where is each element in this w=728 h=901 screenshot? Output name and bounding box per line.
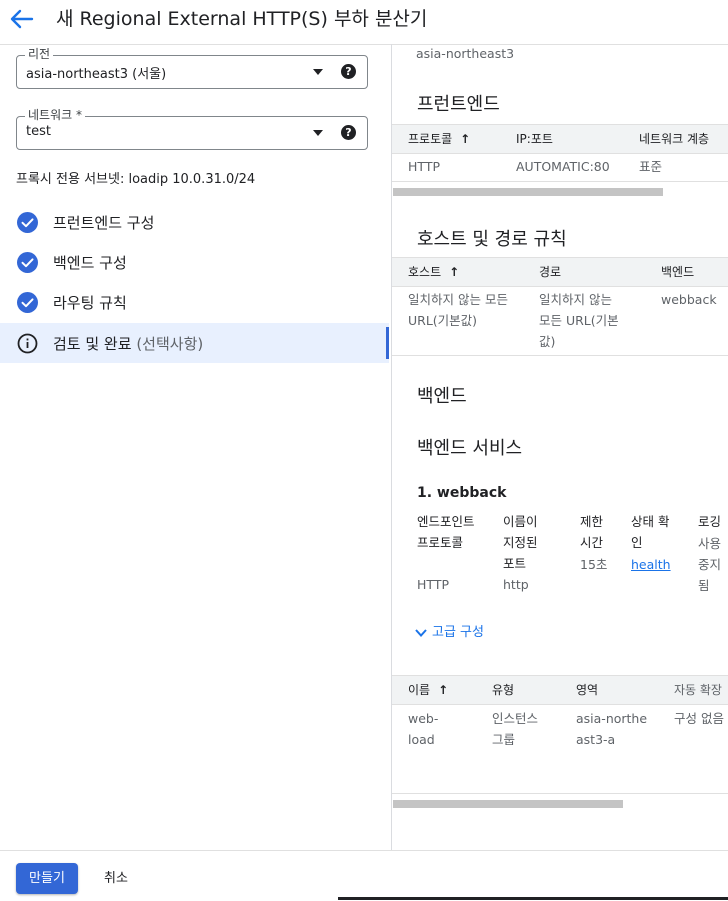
help-icon[interactable]: ? xyxy=(341,125,356,140)
step-review-label: 검토 및 완료 xyxy=(53,335,132,353)
info-icon xyxy=(17,333,38,354)
frontend-table-header: 프로토콜 ↑ IP:포트 네트워크 계층 xyxy=(392,124,728,154)
column-header: 유형 xyxy=(492,683,515,697)
table-cell: webback xyxy=(661,292,717,307)
service-field-label: 제한 시간 xyxy=(580,514,604,550)
service-field-value: 15초 xyxy=(580,557,608,572)
config-panel: 리전 asia-northeast3 (서울) ? 네트워크 * test ? xyxy=(0,44,391,850)
service-field-value: http xyxy=(503,577,529,592)
table-cell: 구성 없음 xyxy=(674,711,724,726)
service-field-value: HTTP xyxy=(417,577,449,592)
active-step-indicator xyxy=(386,327,389,359)
backend-services-title: 백엔드 서비스 xyxy=(417,438,523,459)
step-label: 백엔드 구성 xyxy=(53,254,127,272)
page-title: 새 Regional External HTTP(S) 부하 분산기 xyxy=(56,8,428,30)
create-button[interactable]: 만들기 xyxy=(16,863,78,894)
column-header[interactable]: 이름 ↑ xyxy=(408,681,448,698)
network-label: 네트워크 * xyxy=(25,108,85,122)
column-header-label: 프로토콜 xyxy=(408,132,453,146)
column-header-label: 이름 xyxy=(408,683,431,697)
advanced-config-label: 고급 구성 xyxy=(432,625,484,640)
horizontal-scrollbar[interactable] xyxy=(393,188,663,196)
help-icon[interactable]: ? xyxy=(341,64,356,79)
dropdown-arrow-icon xyxy=(313,130,323,136)
service-field-label: 상태 확인 xyxy=(631,514,670,550)
step-review[interactable]: 검토 및 완료 (선택사항) xyxy=(0,323,389,363)
table-cell: web-load xyxy=(408,711,439,747)
check-circle-icon xyxy=(17,212,38,233)
column-header: 백엔드 xyxy=(661,265,695,279)
table-cell: asia-northeast3-a xyxy=(576,711,648,747)
service-field-label: 엔드포인트 프로토콜 xyxy=(417,514,475,550)
region-select[interactable]: 리전 asia-northeast3 (서울) ? xyxy=(16,47,368,89)
advanced-config-toggle[interactable]: 고급 구성 xyxy=(414,621,484,640)
table-cell: 인스턴스 그룹 xyxy=(492,711,539,747)
region-label: 리전 xyxy=(25,47,54,61)
host-path-table-header: 호스트 ↑ 경로 백엔드 xyxy=(392,257,728,287)
column-header: IP:포트 xyxy=(516,132,553,146)
service-field-value: 사용 중지됨 xyxy=(698,536,722,593)
column-header: 네트워크 계층 xyxy=(639,132,710,146)
sort-up-icon: ↑ xyxy=(438,683,449,697)
step-optional-label: (선택사항) xyxy=(136,335,204,353)
check-circle-icon xyxy=(17,252,38,273)
step-backend[interactable]: 백엔드 구성 xyxy=(0,242,389,282)
network-value: test xyxy=(26,124,51,139)
row-divider xyxy=(392,181,728,182)
host-path-title: 호스트 및 경로 규칙 xyxy=(417,229,567,250)
row-divider xyxy=(392,355,728,356)
column-header: 경로 xyxy=(539,265,562,279)
review-panel: asia-northeast3 프런트엔드 프로토콜 ↑ IP:포트 네트워크 계… xyxy=(392,44,728,850)
region-summary: asia-northeast3 xyxy=(416,46,515,61)
service-field-label: 이름이 지정된 포트 xyxy=(503,514,538,571)
table-cell: 표준 xyxy=(639,159,663,174)
table-cell: 일치하지 않는 모든 URL(기본값) xyxy=(408,292,508,328)
backend-service-name: 1. webback xyxy=(417,485,507,501)
service-field-label: 로깅 xyxy=(698,514,722,529)
instance-group-table-header: 이름 ↑ 유형 영역 자동 확장 xyxy=(392,675,728,705)
column-header[interactable]: 프로토콜 ↑ xyxy=(408,130,470,147)
column-header[interactable]: 호스트 ↑ xyxy=(408,263,459,280)
column-header: 영역 xyxy=(576,683,599,697)
back-arrow-icon[interactable] xyxy=(8,8,34,30)
sort-up-icon: ↑ xyxy=(460,132,471,146)
backend-title: 백엔드 xyxy=(417,386,467,407)
proxy-subnet-text: 프록시 전용 서브넷: loadip 10.0.31.0/24 xyxy=(16,172,256,187)
step-frontend[interactable]: 프런트엔드 구성 xyxy=(0,202,389,242)
chevron-down-icon xyxy=(415,628,427,637)
column-header-label: 호스트 xyxy=(408,265,442,279)
row-divider xyxy=(392,793,728,794)
region-value: asia-northeast3 (서울) xyxy=(26,67,167,82)
column-header: 자동 확장 xyxy=(674,683,722,697)
horizontal-scrollbar[interactable] xyxy=(393,800,623,808)
table-cell: HTTP xyxy=(408,159,440,174)
table-cell: 일치하지 않는 모든 URL(기본값) xyxy=(539,292,619,349)
dropdown-arrow-icon xyxy=(313,69,323,75)
step-label: 라우팅 규칙 xyxy=(53,294,127,312)
network-select[interactable]: 네트워크 * test ? xyxy=(16,108,368,150)
table-cell: AUTOMATIC:80 xyxy=(516,159,610,174)
health-check-link[interactable]: health xyxy=(631,554,671,575)
step-routing[interactable]: 라우팅 규칙 xyxy=(0,282,389,322)
step-label: 프런트엔드 구성 xyxy=(53,214,155,232)
step-label: 검토 및 완료 (선택사항) xyxy=(53,333,203,354)
frontend-title: 프런트엔드 xyxy=(417,94,500,115)
check-circle-icon xyxy=(17,292,38,313)
cancel-button[interactable]: 취소 xyxy=(94,863,138,894)
sort-up-icon: ↑ xyxy=(449,265,460,279)
